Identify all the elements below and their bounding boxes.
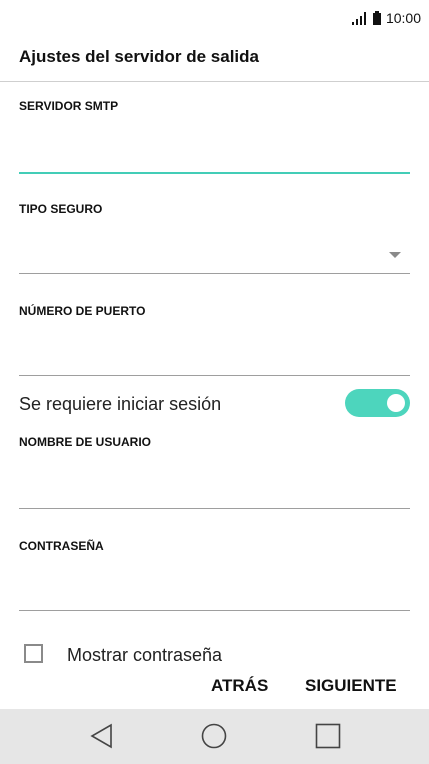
page-title: Ajustes del servidor de salida xyxy=(19,47,259,66)
back-button[interactable]: ATRÁS xyxy=(211,676,268,696)
security-type-label: TIPO SEGURO xyxy=(19,202,103,216)
nav-back-icon[interactable] xyxy=(87,721,117,751)
signal-bars-icon xyxy=(351,11,366,25)
username-input[interactable] xyxy=(19,476,410,506)
password-input[interactable] xyxy=(19,578,410,608)
toggle-knob xyxy=(387,394,405,412)
smtp-server-underline xyxy=(19,172,410,174)
navigation-bar xyxy=(0,709,429,764)
action-bar: ATRÁS SIGUIENTE xyxy=(0,663,429,709)
next-button[interactable]: SIGUIENTE xyxy=(305,676,397,696)
security-type-underline xyxy=(19,273,410,274)
screen: 10:00 Ajustes del servidor de salida SER… xyxy=(0,0,429,764)
port-number-underline xyxy=(19,375,410,376)
show-password-checkbox[interactable] xyxy=(24,644,43,663)
status-time: 10:00 xyxy=(385,10,421,26)
nav-recent-apps-icon[interactable] xyxy=(313,721,343,751)
password-underline xyxy=(19,610,410,611)
port-number-label: NÚMERO DE PUERTO xyxy=(19,304,146,318)
smtp-server-label: SERVIDOR SMTP xyxy=(19,99,119,113)
login-required-toggle[interactable] xyxy=(345,389,410,417)
title-bar: Ajustes del servidor de salida xyxy=(0,36,429,82)
chevron-down-icon[interactable] xyxy=(389,252,401,258)
password-label: CONTRASEÑA xyxy=(19,539,104,553)
security-type-select[interactable] xyxy=(19,240,410,270)
port-number-input[interactable] xyxy=(19,343,410,373)
username-label: NOMBRE DE USUARIO xyxy=(19,435,152,449)
login-required-label: Se requiere iniciar sesión xyxy=(19,394,222,414)
status-bar: 10:00 xyxy=(0,0,429,36)
nav-home-icon[interactable] xyxy=(199,721,229,751)
smtp-server-input[interactable] xyxy=(19,140,410,170)
username-underline xyxy=(19,508,410,509)
battery-icon xyxy=(372,11,381,25)
